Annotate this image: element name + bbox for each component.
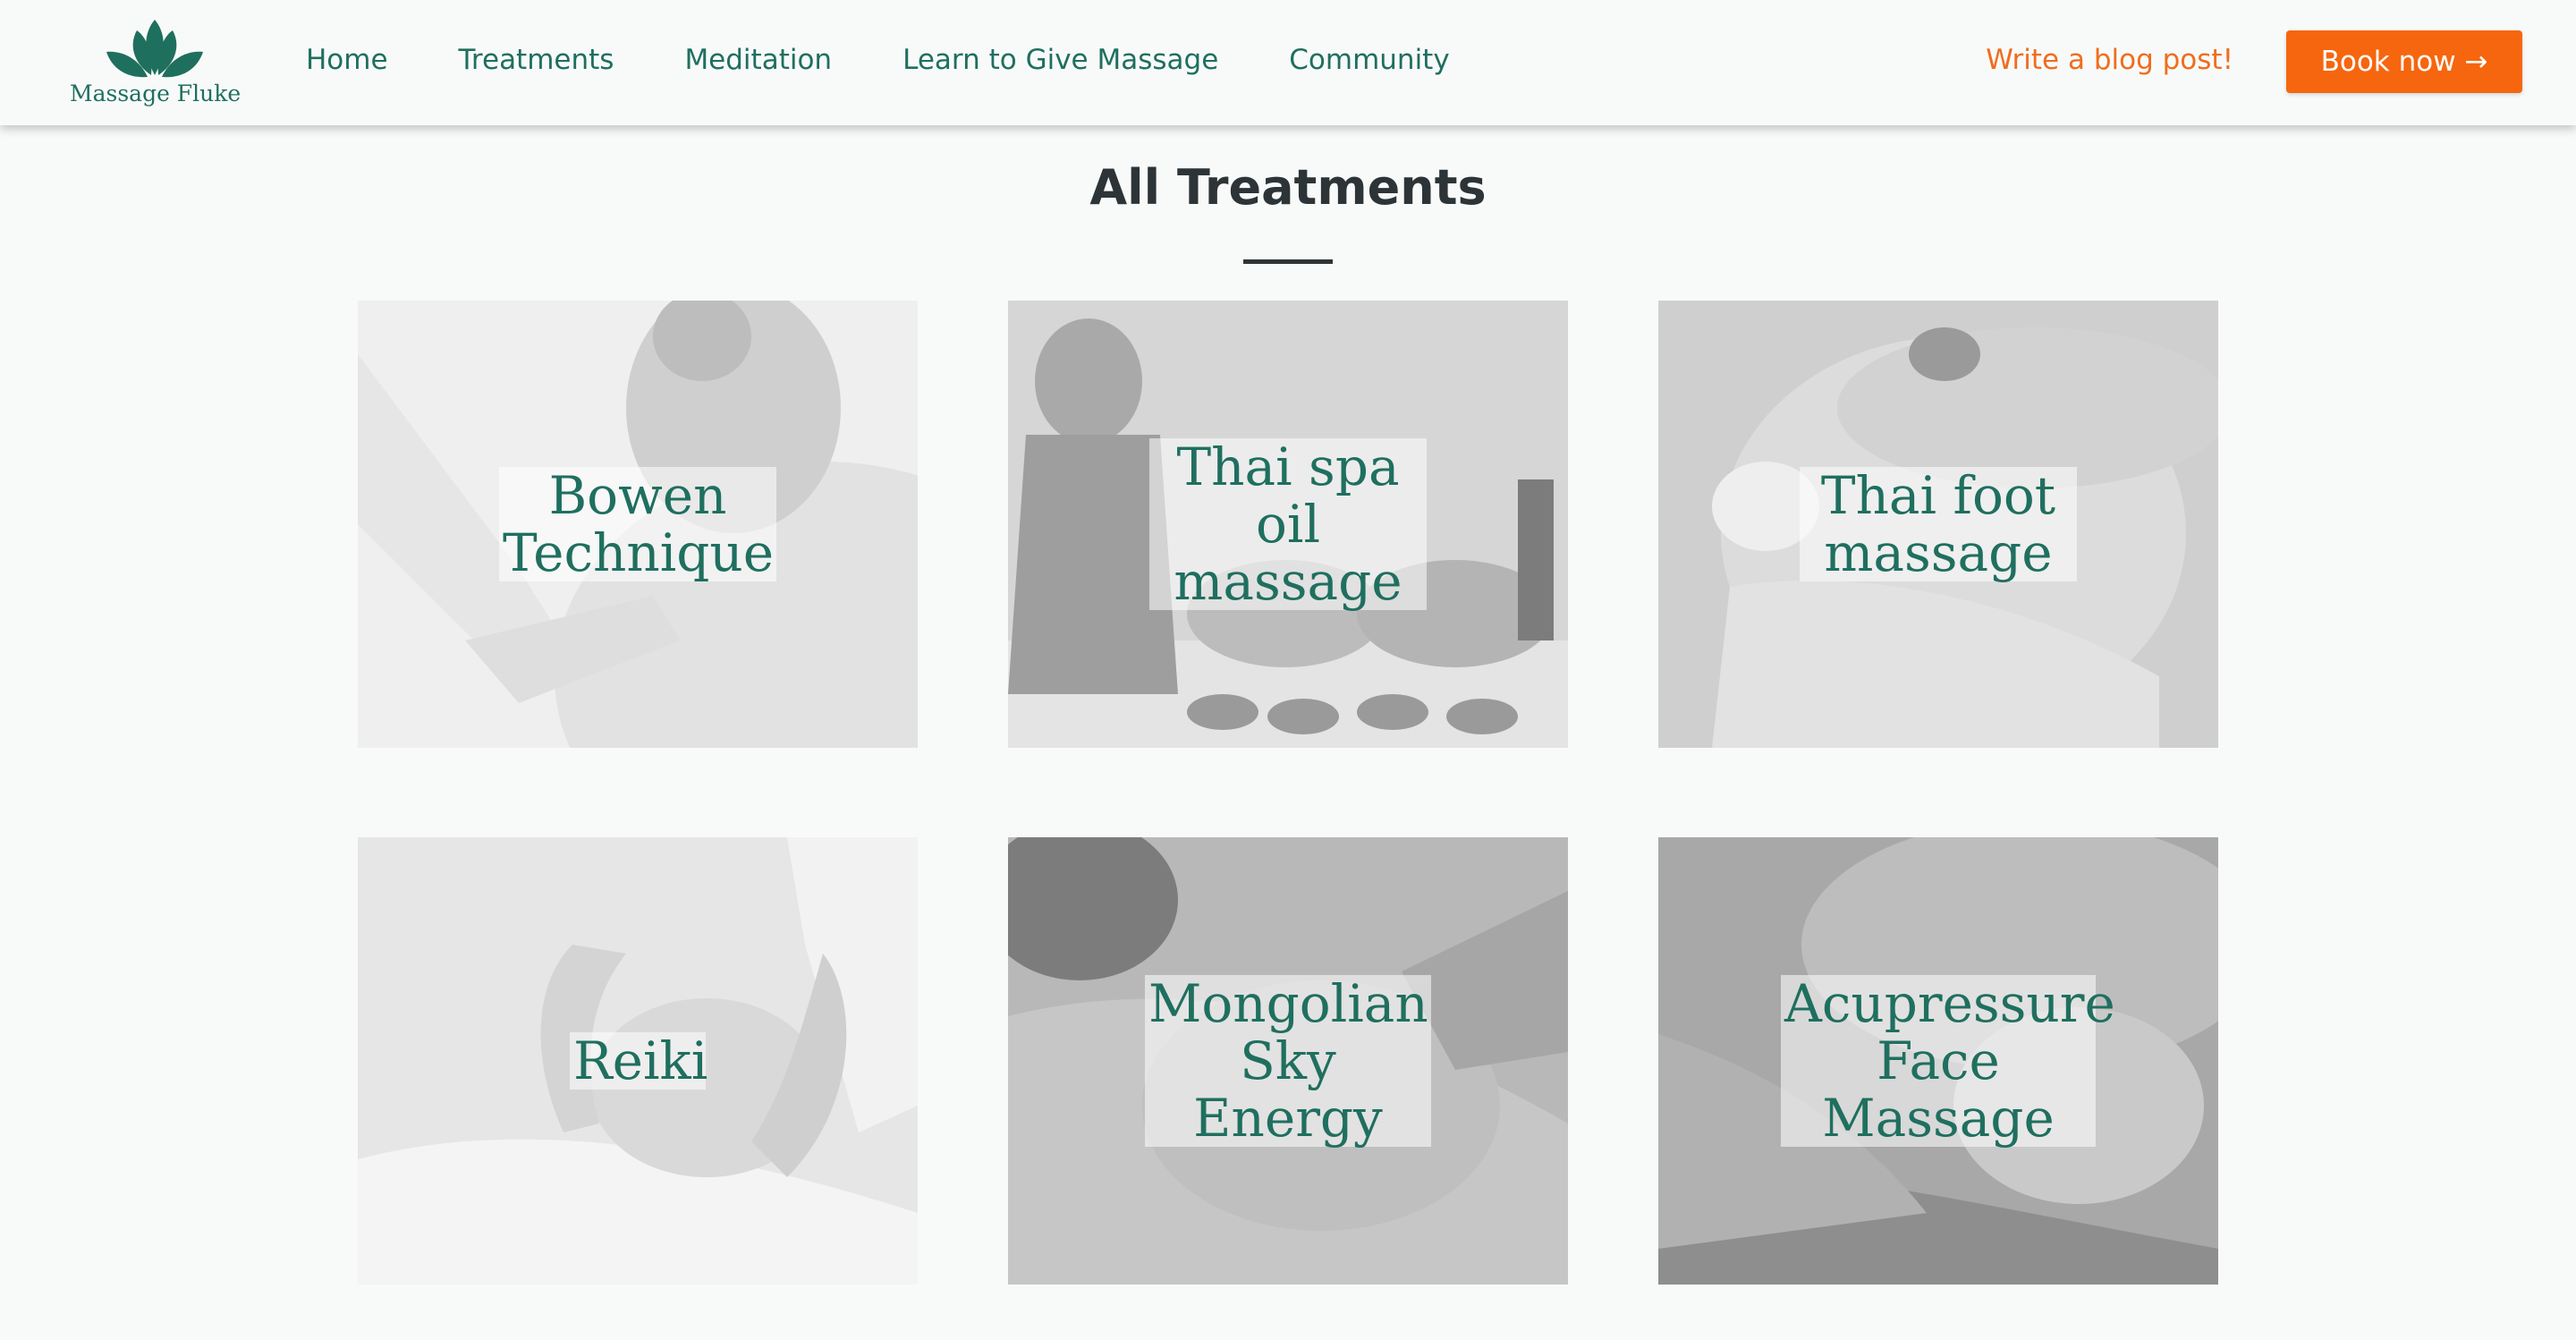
treatment-card-bowen-technique[interactable]: Bowen Technique (358, 301, 918, 748)
treatment-card-thai-foot-massage[interactable]: Thai foot massage (1658, 301, 2218, 748)
nav-learn-to-give-massage[interactable]: Learn to Give Massage (902, 44, 1218, 76)
title-underline (1243, 259, 1333, 264)
treatments-grid: Bowen Technique Thai spa oil massage Tha… (358, 301, 2219, 1285)
page-title: All Treatments (1089, 159, 1487, 216)
brand-logo[interactable]: Massage Fluke (70, 18, 242, 111)
main-nav: Home Treatments Meditation Learn to Give… (306, 44, 1450, 76)
write-blog-post-link[interactable]: Write a blog post! (1986, 44, 2233, 76)
treatment-card-thai-spa-oil-massage[interactable]: Thai spa oil massage (1008, 301, 1568, 748)
nav-meditation[interactable]: Meditation (684, 44, 832, 76)
treatment-card-title: Thai spa oil massage (1149, 438, 1427, 610)
treatment-card-title: Bowen Technique (499, 467, 776, 581)
lotus-icon (106, 20, 203, 78)
treatment-card-mongolian-sky-energy[interactable]: Mongolian Sky Energy (1008, 837, 1568, 1285)
book-now-button[interactable]: Book now → (2286, 30, 2522, 93)
treatment-card-title: Thai foot massage (1800, 467, 2077, 581)
treatment-card-title: Mongolian Sky Energy (1145, 975, 1431, 1147)
nav-home[interactable]: Home (306, 44, 388, 76)
treatment-card-title: Reiki (570, 1032, 708, 1090)
brand-name: Massage Fluke (70, 81, 242, 106)
treatment-card-title: Acupressure Face Massage (1781, 975, 2115, 1147)
treatment-card-acupressure-face-massage[interactable]: Acupressure Face Massage (1658, 837, 2218, 1285)
nav-treatments[interactable]: Treatments (459, 44, 614, 76)
nav-community[interactable]: Community (1289, 44, 1449, 76)
site-header: Massage Fluke Home Treatments Meditation… (0, 0, 2576, 125)
treatment-card-reiki[interactable]: Reiki (358, 837, 918, 1285)
